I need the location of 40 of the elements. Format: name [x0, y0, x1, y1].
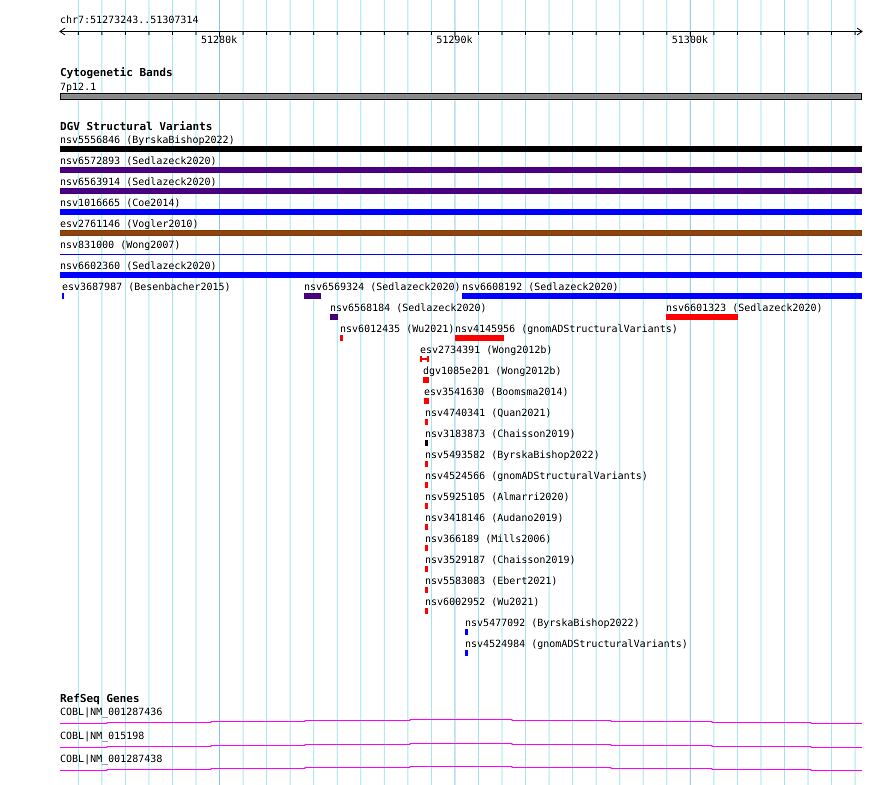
gene-label: COBL|NM_015198 [60, 731, 144, 742]
variant-label: nsv4524984 (gnomADStructuralVariants) [465, 639, 688, 650]
tick-label: 51280k [200, 35, 238, 46]
variant-label: nsv1016665 (Coe2014) [60, 198, 180, 209]
variant-label: nsv5583083 (Ebert2021) [425, 576, 558, 587]
variant-label: nsv6602360 (Sedlazeck2020) [60, 261, 217, 272]
variant-label: esv2734391 (Wong2012b) [420, 345, 552, 356]
tick-label: 51300k [672, 35, 708, 46]
gene-label: COBL|NM_001287436 [60, 707, 162, 718]
variant-label: nsv6572893 (Sedlazeck2020) [60, 156, 217, 167]
variant-label: nsv3529187 (Chaisson2019) [425, 555, 576, 566]
variant-label: esv3687987 (Besenbacher2015) [62, 282, 231, 293]
variant-label: nsv5925105 (Almarri2020) [425, 492, 570, 503]
variant-label: dgv1085e201 (Wong2012b) [423, 366, 562, 377]
variant-label: nsv4145956 (gnomADStructuralVariants) [455, 324, 678, 335]
variant-label: nsv366189 (Mills2006) [425, 534, 552, 545]
variant-label: nsv3418146 (Audano2019) [425, 513, 564, 524]
variant-label: nsv4524566 (gnomADStructuralVariants) [425, 471, 648, 482]
variant-label: nsv5477092 (ByrskaBishop2022) [465, 618, 640, 629]
variant-label: nsv3183873 (Chaisson2019) [425, 429, 576, 440]
variant-label: nsv6563914 (Sedlazeck2020) [60, 177, 217, 188]
track-title: DGV Structural Variants [60, 121, 212, 133]
track-title: Cytogenetic Bands [60, 67, 173, 79]
region-label: chr7:51273243..51307314 [60, 15, 198, 26]
variant-label: nsv6608192 (Sedlazeck2020) [462, 282, 619, 293]
variant-label: nsv5556846 (ByrskaBishop2022) [60, 135, 235, 146]
variant-label: nsv6601323 (Sedlazeck2020) [666, 303, 823, 314]
variant-label: nsv5493582 (ByrskaBishop2022) [425, 450, 600, 461]
variant-label: nsv6568184 (Sedlazeck2020) [330, 303, 487, 314]
variant-label: nsv4740341 (Quan2021) [425, 408, 552, 419]
variant-label: esv2761146 (Vogler2010) [60, 219, 198, 230]
variant-label: nsv6569324 (Sedlazeck2020) [304, 282, 461, 293]
track-title: RefSeq Genes [60, 693, 140, 705]
variant-label: nsv6002952 (Wu2021) [425, 597, 540, 608]
variant-label: nsv6012435 (Wu2021) [340, 324, 454, 335]
band-label: 7p12.1 [60, 82, 96, 93]
gene-label: COBL|NM_001287438 [60, 754, 162, 765]
variant-label: esv3541630 (Boomsma2014) [424, 387, 568, 398]
variant-label: nsv831000 (Wong2007) [60, 240, 180, 251]
tick-label: 51290k [436, 35, 472, 46]
